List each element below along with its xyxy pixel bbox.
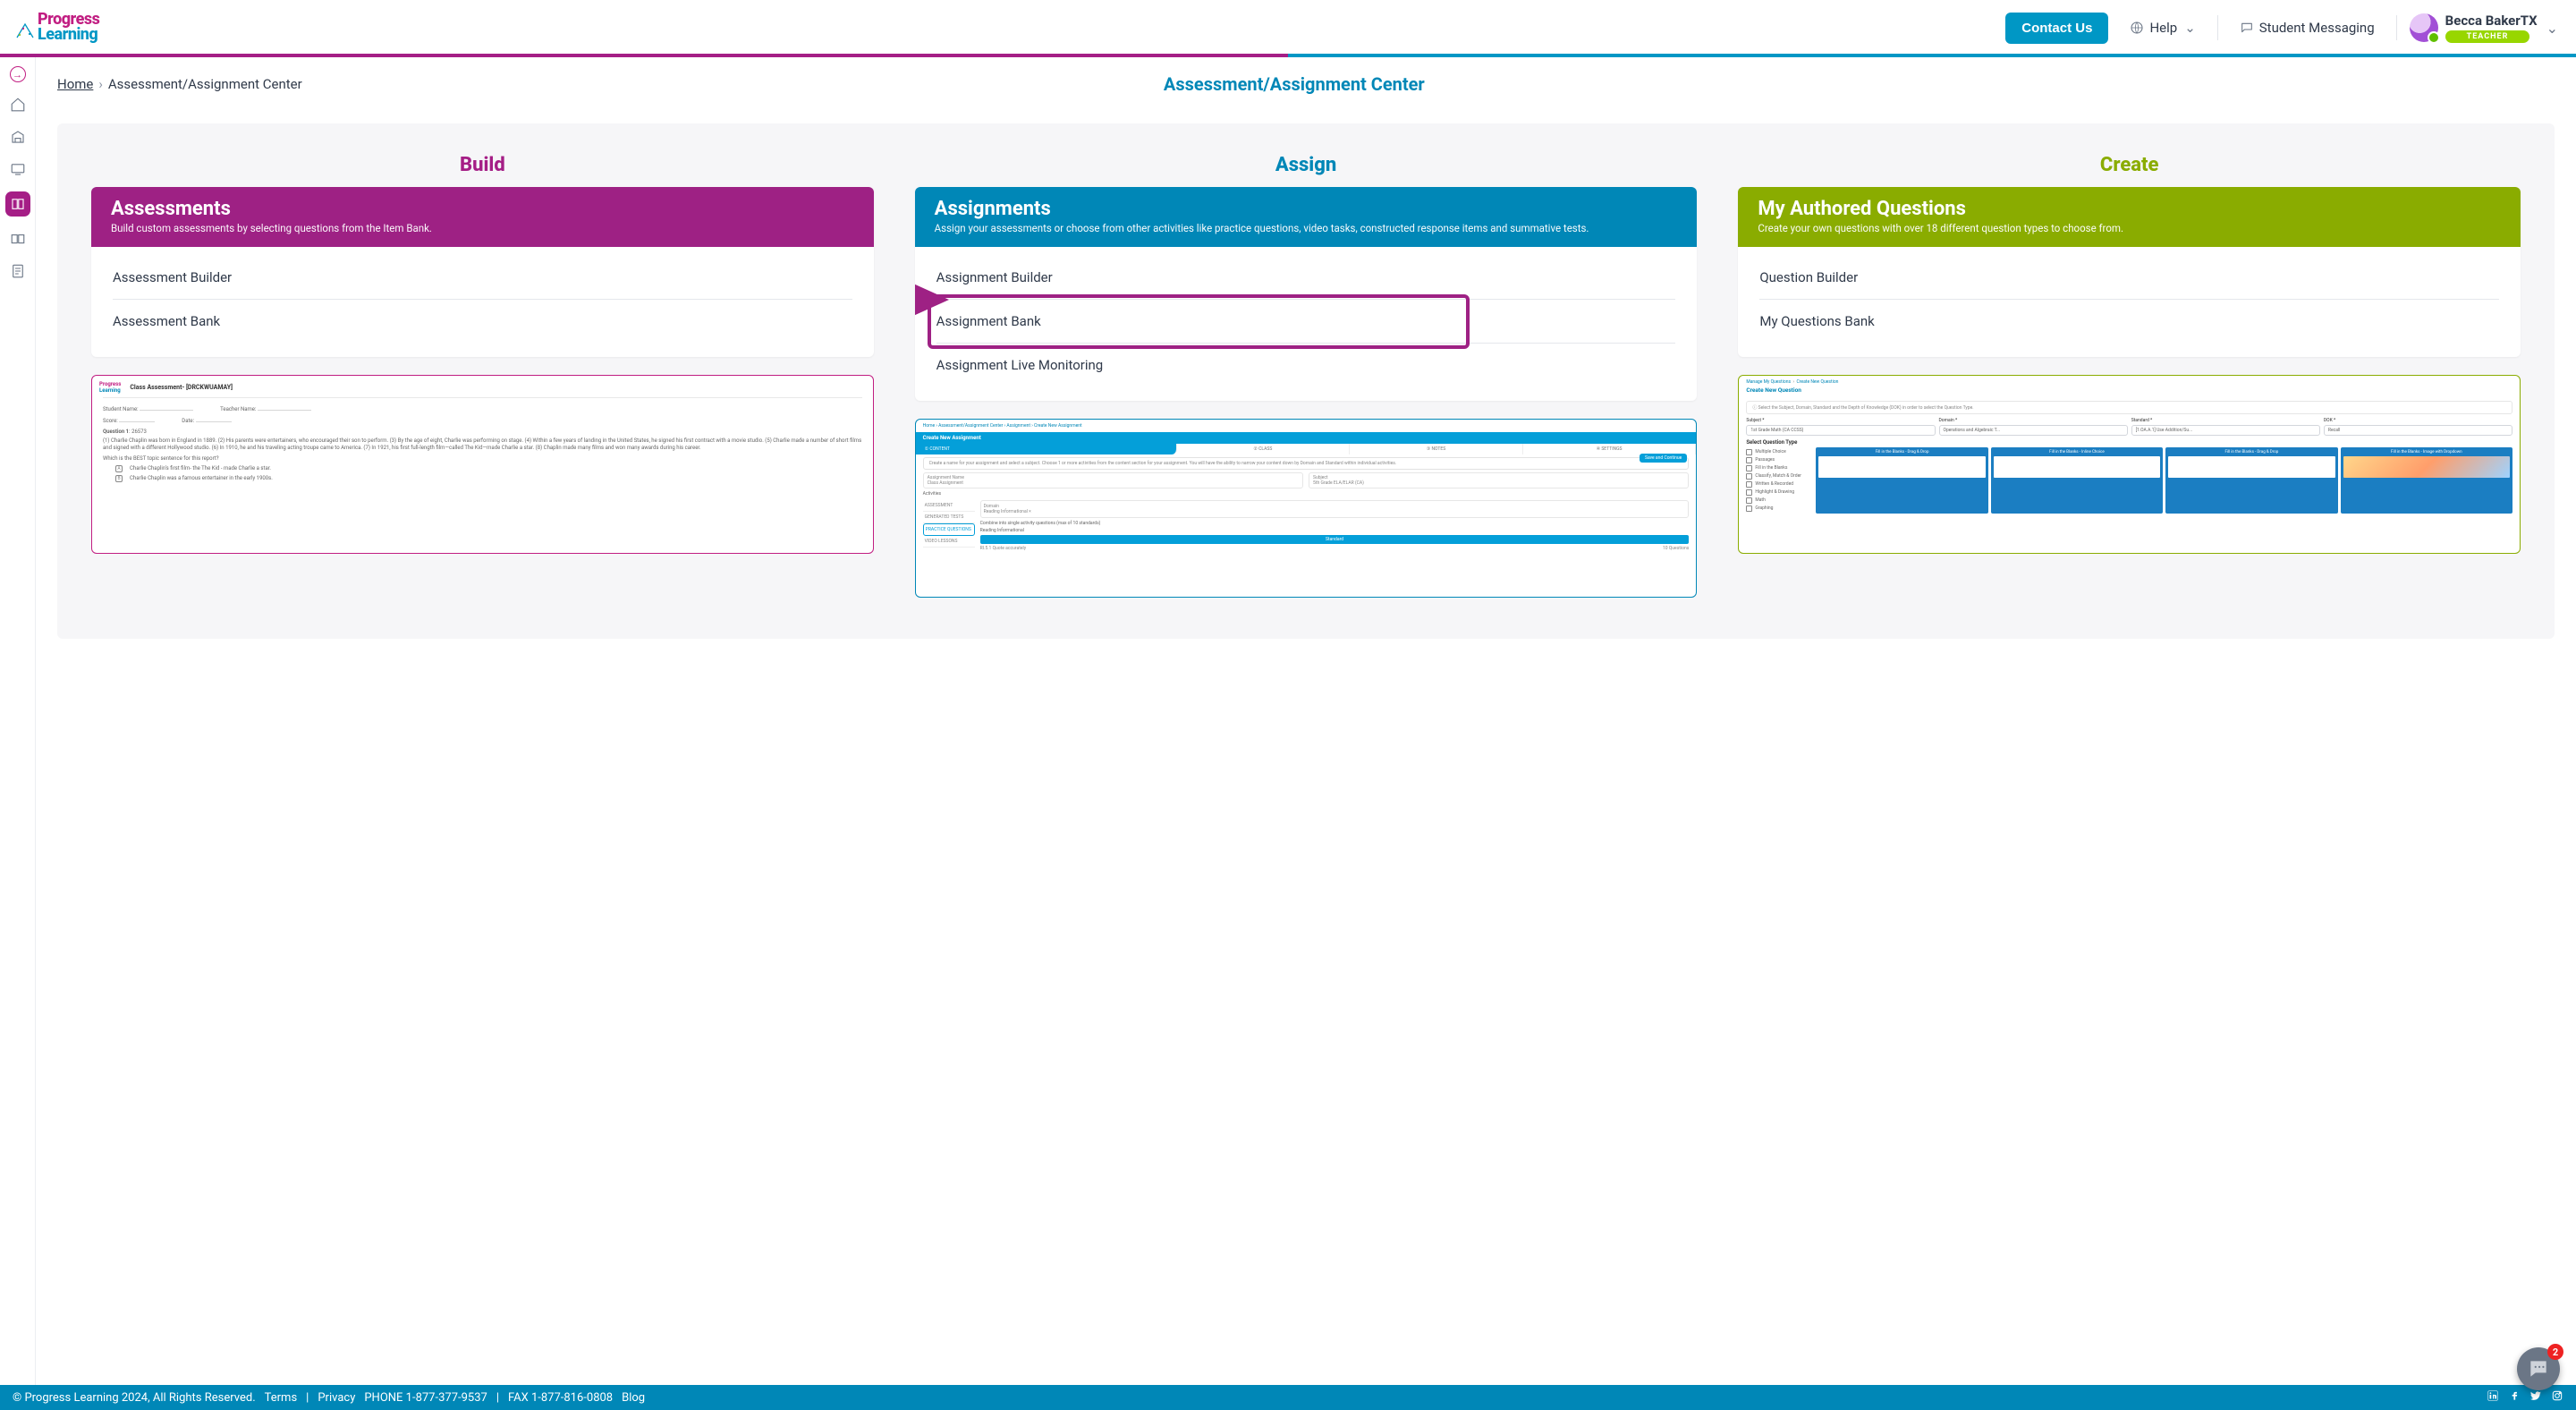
footer-copyright: © Progress Learning 2024, All Rights Res… [13,1391,256,1405]
authored-questions-card: My Authored Questions Create your own qu… [1738,187,2521,357]
messaging-label: Student Messaging [2259,20,2375,36]
assignments-subtitle: Assign your assessments or choose from o… [935,222,1678,236]
authored-subtitle: Create your own questions with over 18 d… [1758,222,2501,236]
brand-logo[interactable]: Progress Learning [14,13,99,42]
build-heading: Build [91,154,874,176]
breadcrumb-home[interactable]: Home [57,76,93,92]
footer: © Progress Learning 2024, All Rights Res… [0,1385,2576,1410]
breadcrumb: Home › Assessment/Assignment Center [57,76,302,92]
create-preview: Manage My Questions › Create New Questio… [1738,375,2521,554]
assignment-builder-link[interactable]: Assignment Builder [936,256,1676,300]
create-heading: Create [1738,154,2521,176]
sidebar-expand-toggle[interactable]: → [10,66,26,82]
page-title: Assessment/Assignment Center [302,73,2286,95]
authored-title: My Authored Questions [1758,198,2501,220]
logo-mark-icon [14,21,36,43]
help-menu[interactable]: Help ⌄ [2121,16,2204,39]
nav-home-icon[interactable] [8,95,28,115]
breadcrumb-current: Assessment/Assignment Center [108,76,302,92]
twitter-icon[interactable] [2529,1389,2542,1406]
chat-notification-badge: 2 [2547,1344,2563,1360]
column-assign: Assign Assignments Assign your assessmen… [915,154,1698,598]
footer-privacy[interactable]: Privacy [318,1391,355,1405]
footer-phone: PHONE 1-877-377-9537 [364,1391,487,1405]
assessments-title: Assessments [111,198,854,220]
assignments-title: Assignments [935,198,1678,220]
footer-terms[interactable]: Terms [265,1391,298,1405]
user-name: Becca BakerTX [2445,13,2538,29]
chevron-down-icon: ⌄ [2546,20,2558,37]
assignment-live-monitoring-link[interactable]: Assignment Live Monitoring [936,344,1676,386]
assessments-card: Assessments Build custom assessments by … [91,187,874,357]
nav-reports-icon[interactable] [8,261,28,281]
help-label: Help [2149,20,2177,36]
assignment-bank-link[interactable]: Assignment Bank [936,300,1676,344]
assignments-card: Assignments Assign your assessments or c… [915,187,1698,401]
assessment-preview: ProgressLearning Class Assessment- [DRCK… [91,375,874,554]
globe-icon [2130,21,2144,35]
my-questions-bank-link[interactable]: My Questions Bank [1759,300,2499,343]
separator [2396,15,2397,40]
contact-us-button[interactable]: Contact Us [2005,13,2108,44]
assessment-builder-link[interactable]: Assessment Builder [113,256,852,300]
assign-heading: Assign [915,154,1698,176]
question-builder-link[interactable]: Question Builder [1759,256,2499,300]
footer-blog[interactable]: Blog [622,1391,645,1405]
user-menu[interactable]: Becca BakerTX TEACHER ⌄ [2410,13,2558,43]
brand-line2: Learning [38,28,99,43]
assessments-subtitle: Build custom assessments by selecting qu… [111,222,854,236]
nav-assessment-center-icon[interactable] [5,191,30,217]
side-nav: → [0,57,36,1385]
column-create: Create My Authored Questions Create your… [1738,154,2521,598]
chevron-right-icon: › [98,76,103,92]
chat-bubble-icon [2527,1357,2550,1380]
nav-classes-icon[interactable] [8,159,28,179]
nav-school-icon[interactable] [8,127,28,147]
facebook-icon[interactable] [2508,1389,2521,1406]
assignment-preview: Home › Assessment/Assignment Center › As… [915,419,1698,598]
avatar [2410,13,2438,42]
nav-library-icon[interactable] [8,229,28,249]
instagram-icon[interactable] [2551,1389,2563,1406]
user-role-badge: TEACHER [2445,30,2530,43]
footer-fax: FAX 1-877-816-0808 [508,1391,613,1405]
column-build: Build Assessments Build custom assessmen… [91,154,874,598]
linkedin-icon[interactable] [2487,1389,2499,1406]
student-messaging-link[interactable]: Student Messaging [2231,16,2384,39]
chat-fab[interactable]: 2 [2517,1347,2560,1390]
assessment-bank-link[interactable]: Assessment Bank [113,300,852,343]
chat-icon [2240,21,2254,35]
chevron-down-icon: ⌄ [2184,20,2196,36]
main-content: Home › Assessment/Assignment Center Asse… [36,57,2576,1385]
separator [2217,15,2218,40]
